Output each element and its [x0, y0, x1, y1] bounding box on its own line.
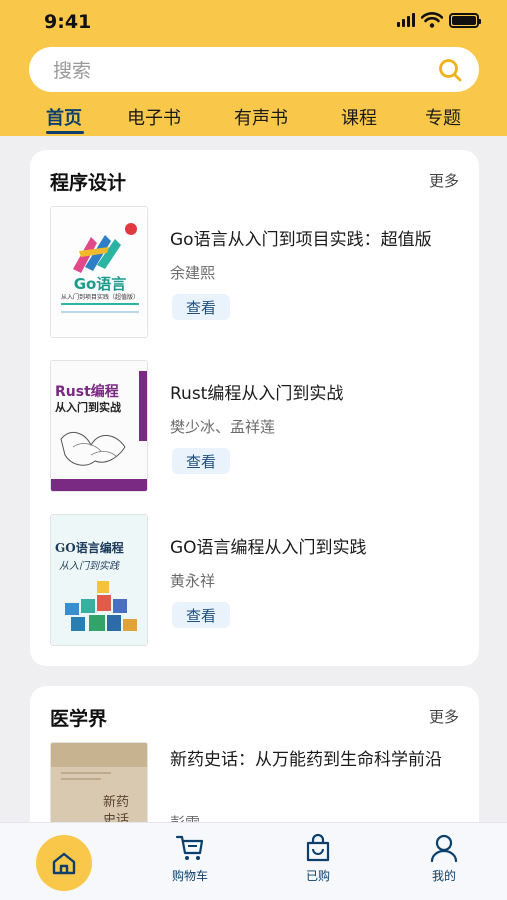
- more-link[interactable]: 更多: [429, 170, 459, 191]
- nav-purchased-label: 已购: [305, 869, 330, 883]
- cover-title: GO语言编程: [55, 541, 124, 555]
- home-icon: [52, 852, 76, 875]
- book-item[interactable]: Go语言 从入门到项目实践（超值版） Go语言从入门到项目实践：超值版 余建熙 …: [50, 206, 460, 340]
- nav-purchased[interactable]: 已购: [283, 833, 353, 884]
- search-input[interactable]: 搜索: [53, 56, 437, 83]
- view-button[interactable]: 查看: [172, 448, 230, 474]
- wifi-icon: [421, 12, 443, 28]
- book-cover[interactable]: Rust编程 从入门到实战: [50, 360, 148, 492]
- more-link[interactable]: 更多: [429, 706, 459, 727]
- search-icon[interactable]: [437, 57, 463, 83]
- tab-audiobooks[interactable]: 有声书: [234, 104, 288, 130]
- nav-cart-label: 购物车: [171, 869, 208, 883]
- nav-profile[interactable]: 我的: [409, 833, 479, 884]
- book-title[interactable]: Rust编程从入门到实战: [170, 380, 460, 408]
- cover-title: 新药: [103, 795, 130, 810]
- section-card-programming: 程序设计 更多 Go语言 从入门到项目实践（超值版） Go语言从入门到项目实践：…: [30, 150, 479, 666]
- nav-cart[interactable]: 购物车: [155, 833, 225, 884]
- section-title: 医学界: [50, 708, 108, 730]
- battery-icon: [449, 12, 481, 28]
- section-title: 程序设计: [50, 172, 127, 194]
- cover-title: Rust编程: [55, 384, 119, 400]
- cover-subtitle: 从入门到实战: [55, 401, 121, 414]
- view-button[interactable]: 查看: [172, 294, 230, 320]
- nav-home[interactable]: [36, 835, 92, 891]
- view-button[interactable]: 查看: [172, 602, 230, 628]
- cover-subtitle: 从入门到项目实践（超值版）: [60, 294, 139, 301]
- tab-topics[interactable]: 专题: [425, 104, 461, 130]
- bottom-navigation: 购物车 已购 我的: [0, 822, 507, 900]
- book-author: 黄永祥: [170, 572, 216, 590]
- tab-home[interactable]: 首页: [46, 104, 82, 130]
- search-bar[interactable]: 搜索: [29, 47, 479, 92]
- tab-courses[interactable]: 课程: [341, 104, 377, 130]
- bag-icon: [306, 833, 330, 862]
- cover-subtitle: 从入门到实践: [59, 561, 119, 572]
- tab-ebooks[interactable]: 电子书: [127, 104, 181, 130]
- status-time: 9:41: [44, 11, 92, 33]
- status-bar: 9:41: [0, 0, 507, 42]
- nav-profile-label: 我的: [431, 869, 456, 883]
- user-icon: [430, 834, 458, 863]
- cart-icon: [175, 835, 204, 860]
- book-title[interactable]: GO语言编程从入门到实践: [170, 534, 460, 562]
- signal-icon: [397, 13, 415, 27]
- book-author: 余建熙: [170, 264, 216, 282]
- book-item[interactable]: GO语言编程 从入门到实践 GO语言编程从入门到实践 黄永祥 查看: [50, 514, 460, 648]
- app-header: 9:41 搜索 首页 电子书 有声书 课程 专题: [0, 0, 507, 136]
- book-title[interactable]: 新药史话：从万能药到生命科学前沿: [170, 746, 460, 774]
- book-item[interactable]: Rust编程 从入门到实战 Rust编程从入门到实战 樊少冰、孟祥莲 查看: [50, 360, 460, 494]
- book-cover[interactable]: Go语言 从入门到项目实践（超值版）: [50, 206, 148, 338]
- book-title[interactable]: Go语言从入门到项目实践：超值版: [170, 226, 460, 254]
- cover-title: Go语言: [73, 275, 127, 293]
- active-tab-indicator: [46, 131, 84, 134]
- book-cover[interactable]: GO语言编程 从入门到实践: [50, 514, 148, 646]
- book-author: 樊少冰、孟祥莲: [170, 418, 276, 436]
- status-icons: [397, 12, 481, 28]
